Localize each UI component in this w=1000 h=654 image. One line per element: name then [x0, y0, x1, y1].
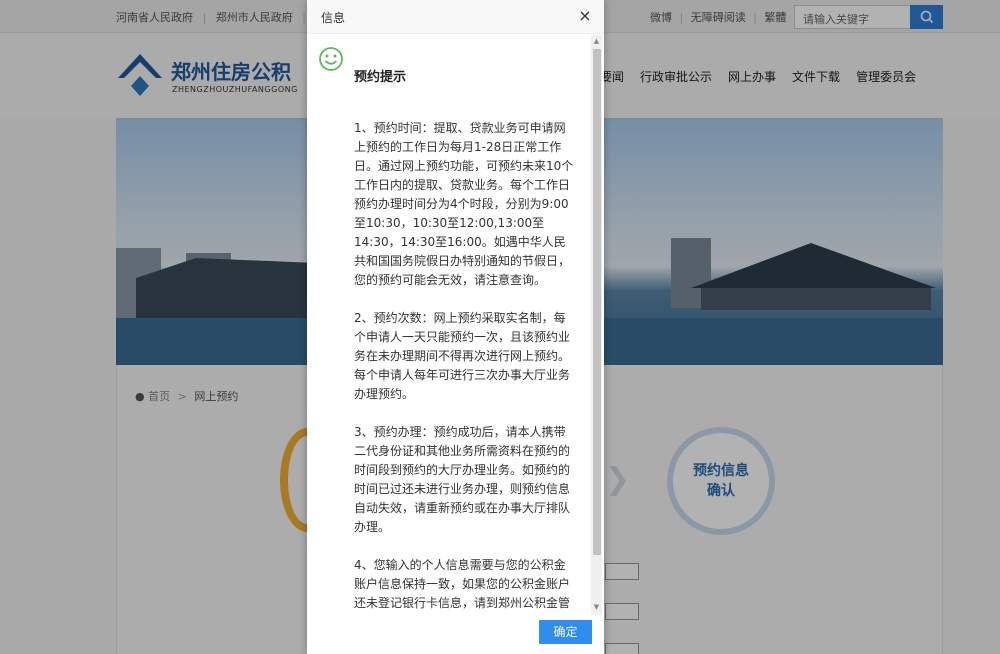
- dialog-title: 信息: [321, 11, 346, 25]
- dialog-body[interactable]: 预约提示 1、预约时间：提取、贷款业务可申请网上预约的工作日为每月1-28日正常…: [307, 35, 604, 615]
- scroll-thumb[interactable]: [593, 49, 601, 555]
- tip-text: 1、预约时间：提取、贷款业务可申请网上预约的工作日为每月1-28日正常工作日。通…: [354, 119, 576, 615]
- tip-paragraph: 1、预约时间：提取、贷款业务可申请网上预约的工作日为每月1-28日正常工作日。通…: [354, 121, 574, 287]
- tip-paragraph: 2、预约次数：网上预约采取实名制，每个申请人一天只能预约一次，且该预约业务在未办…: [354, 311, 571, 401]
- close-icon[interactable]: ×: [575, 6, 595, 26]
- info-dialog: 信息 × 预约提示 1、预约时间：提取、贷款业务可申请网上预约的工作日为每月1-…: [307, 0, 604, 654]
- tip-paragraph: 3、预约办理：预约成功后，请本人携带二代身份证和其他业务所需资料在预约的时间段到…: [354, 425, 571, 534]
- scroll-up-icon[interactable]: ▲: [591, 37, 602, 47]
- scroll-down-icon[interactable]: ▼: [591, 603, 602, 613]
- smile-icon: [319, 47, 343, 71]
- confirm-button[interactable]: 确定: [539, 620, 592, 644]
- tip-title: 预约提示: [354, 70, 407, 85]
- dialog-scrollbar[interactable]: ▲ ▼: [591, 35, 602, 615]
- tip-paragraph: 4、您输入的个人信息需要与您的公积金账户信息保持一致，如果您的公积金账户还未登记…: [354, 558, 571, 610]
- dialog-header: 信息 ×: [307, 0, 604, 34]
- dialog-footer: 确定: [307, 615, 604, 654]
